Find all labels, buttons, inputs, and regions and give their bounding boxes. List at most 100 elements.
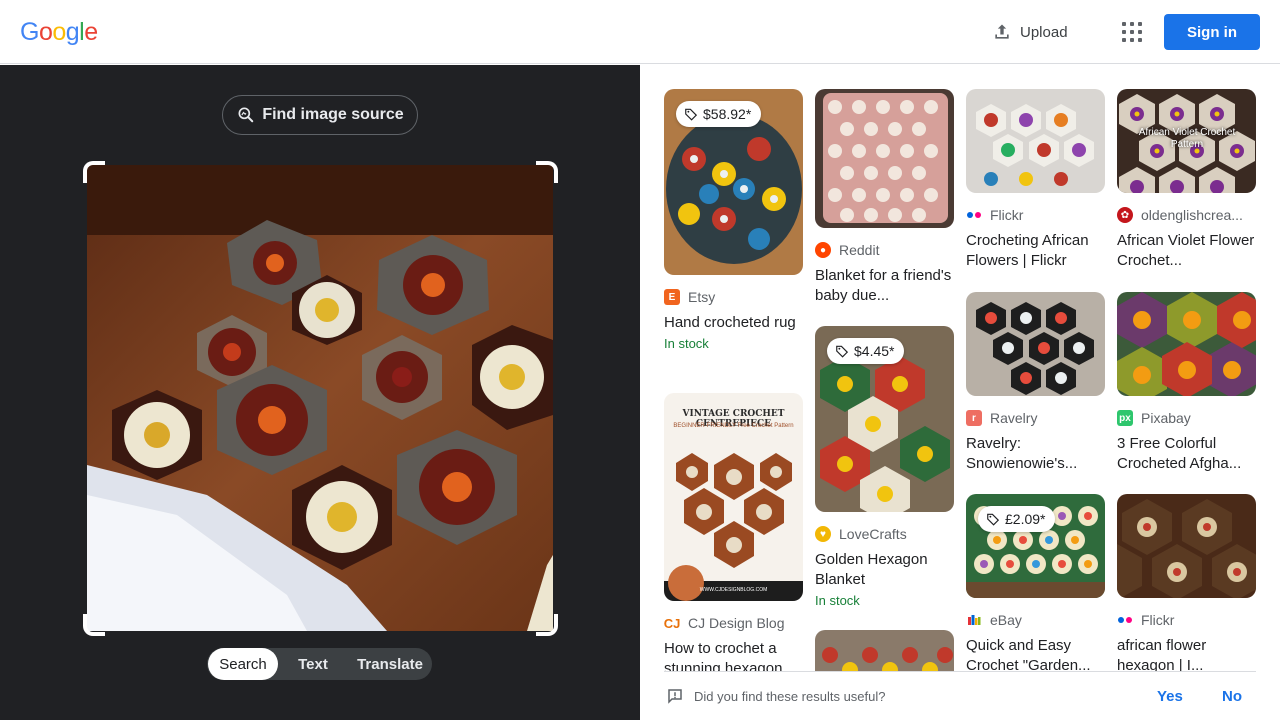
result-title[interactable]: Blanket for a friend's baby due... [815,266,954,306]
price-badge: $4.45* [827,338,905,364]
visual-matches: $58.92* E Etsy Hand crocheted rug In sto… [664,89,1256,671]
result-source: px Pixabay [1117,408,1256,428]
result-card[interactable] [815,630,954,671]
result-thumbnail[interactable]: £2.09* [966,494,1105,598]
result-thumbnail[interactable] [966,292,1105,396]
result-card[interactable]: £2.09* eBay Quick and Easy Crochet "Gard… [966,494,1105,671]
google-logo[interactable]: Google [20,18,98,47]
tab-text[interactable]: Text [278,648,348,680]
feedback-no-button[interactable]: No [1222,688,1242,705]
flickr-icon [966,207,982,223]
sign-in-button[interactable]: Sign in [1164,14,1260,50]
find-image-source-label: Find image source [262,106,404,123]
result-thumbnail[interactable] [1117,292,1256,396]
feedback-icon [668,689,682,704]
mode-selector: Search Text Translate [207,648,432,680]
result-source: Flickr [1117,610,1256,630]
result-thumbnail[interactable] [815,89,954,228]
feedback-yes-button[interactable]: Yes [1157,688,1183,705]
result-thumbnail[interactable] [966,89,1105,193]
result-card[interactable]: Flickr african flower hexagon | I... [1117,494,1256,671]
result-card[interactable]: VINTAGE CROCHET CENTREPIECE BEGINNER-FRI… [664,393,803,671]
stock-status: In stock [664,336,709,351]
result-card[interactable]: African Violet Crochet Pattern ✿ oldengl… [1117,89,1256,271]
result-source: E Etsy [664,287,803,307]
feedback-bar: Did you find these results useful? Yes N… [664,671,1256,720]
pixabay-icon: px [1117,410,1133,426]
find-image-source-button[interactable]: Find image source [222,95,418,135]
lens-panel: Find image source Search Text Translate [0,65,640,720]
price-badge: £2.09* [978,506,1056,532]
upload-label: Upload [1020,23,1068,41]
source-label: LoveCrafts [839,526,907,542]
result-thumbnail[interactable] [815,630,954,671]
crop-handle-top-left[interactable] [83,161,105,183]
tab-search[interactable]: Search [208,648,278,680]
oldenglishcrea-icon: ✿ [1117,207,1133,223]
result-thumbnail[interactable]: $58.92* [664,89,803,275]
result-card[interactable]: $4.45* ♥ LoveCrafts Golden Hexagon Blank… [815,326,954,608]
upload-icon [995,24,1009,39]
price-tag-icon [836,345,849,358]
result-thumbnail[interactable]: VINTAGE CROCHET CENTREPIECE BEGINNER-FRI… [664,393,803,601]
source-label: Ravelry [990,410,1038,426]
result-title[interactable]: Golden Hexagon Blanket [815,550,954,590]
result-title[interactable]: Hand crocheted rug [664,313,803,333]
result-title[interactable]: African Violet Flower Crochet... [1117,231,1256,271]
result-card[interactable]: r Ravelry Ravelry: Snowienowie's... [966,292,1105,474]
result-card[interactable]: px Pixabay 3 Free Colorful Crocheted Afg… [1117,292,1256,474]
price-tag-icon [987,513,1000,526]
result-title[interactable]: Ravelry: Snowienowie's... [966,434,1105,474]
feedback-question: Did you find these results useful? [694,688,886,704]
crop-handle-bottom-left[interactable] [83,614,105,636]
result-source: r Ravelry [966,408,1105,428]
result-title[interactable]: Quick and Easy Crochet "Garden... [966,636,1105,671]
result-card[interactable]: ● Reddit Blanket for a friend's baby due… [815,89,954,306]
result-thumbnail[interactable]: $4.45* [815,326,954,512]
cj-design-icon: CJ [664,615,681,631]
source-label: CJ Design Blog [688,615,785,631]
source-label: Pixabay [1141,410,1191,426]
crop-handle-top-right[interactable] [536,161,558,183]
etsy-icon: E [664,289,680,305]
tab-translate[interactable]: Translate [348,648,432,680]
crop-handle-bottom-right[interactable] [536,614,558,636]
price-tag-icon [685,108,698,121]
result-thumbnail[interactable] [1117,494,1256,598]
result-source: CJ CJ Design Blog [664,613,803,633]
upload-button[interactable]: Upload [992,20,1068,44]
result-title[interactable]: 3 Free Colorful Crocheted Afgha... [1117,434,1256,474]
result-source: ♥ LoveCrafts [815,524,954,544]
source-label: Flickr [990,207,1024,223]
result-title[interactable]: Crocheting African Flowers | Flickr [966,231,1105,271]
result-title[interactable]: How to crochet a stunning hexagon [664,639,803,671]
source-label: Flickr [1141,612,1175,628]
price-badge: $58.92* [676,101,762,127]
selected-image[interactable] [87,165,553,631]
image-overlay-url: WWW.CJDESIGNBLOG.COM [699,587,768,593]
image-overlay-title: African Violet Crochet Pattern [1138,127,1236,150]
result-card[interactable]: Flickr Crocheting African Flowers | Flic… [966,89,1105,271]
result-thumbnail[interactable]: African Violet Crochet Pattern [1117,89,1256,193]
flickr-icon [1117,612,1133,628]
ebay-icon [966,612,982,628]
image-overlay-subtitle: BEGINNER-FRIENDLY Free Crochet Pattern [673,423,794,429]
header: Google Upload Sign in [0,0,1280,64]
result-source: Flickr [966,205,1105,225]
lovecrafts-icon: ♥ [815,526,831,542]
result-source: ✿ oldenglishcrea... [1117,205,1256,225]
reddit-icon: ● [815,242,831,258]
result-title[interactable]: african flower hexagon | I... [1117,636,1256,671]
source-label: oldenglishcrea... [1141,207,1243,223]
source-label: Etsy [688,289,716,305]
price-label: $58.92* [703,106,752,122]
apps-grid-icon[interactable] [1120,20,1144,44]
image-search-icon [238,107,254,123]
result-source: ● Reddit [815,240,954,260]
result-card[interactable]: $58.92* E Etsy Hand crocheted rug In sto… [664,89,803,351]
source-label: Reddit [839,242,880,258]
result-source: eBay [966,610,1105,630]
stock-status: In stock [815,593,860,608]
source-label: eBay [990,612,1022,628]
price-label: $4.45* [854,343,895,359]
